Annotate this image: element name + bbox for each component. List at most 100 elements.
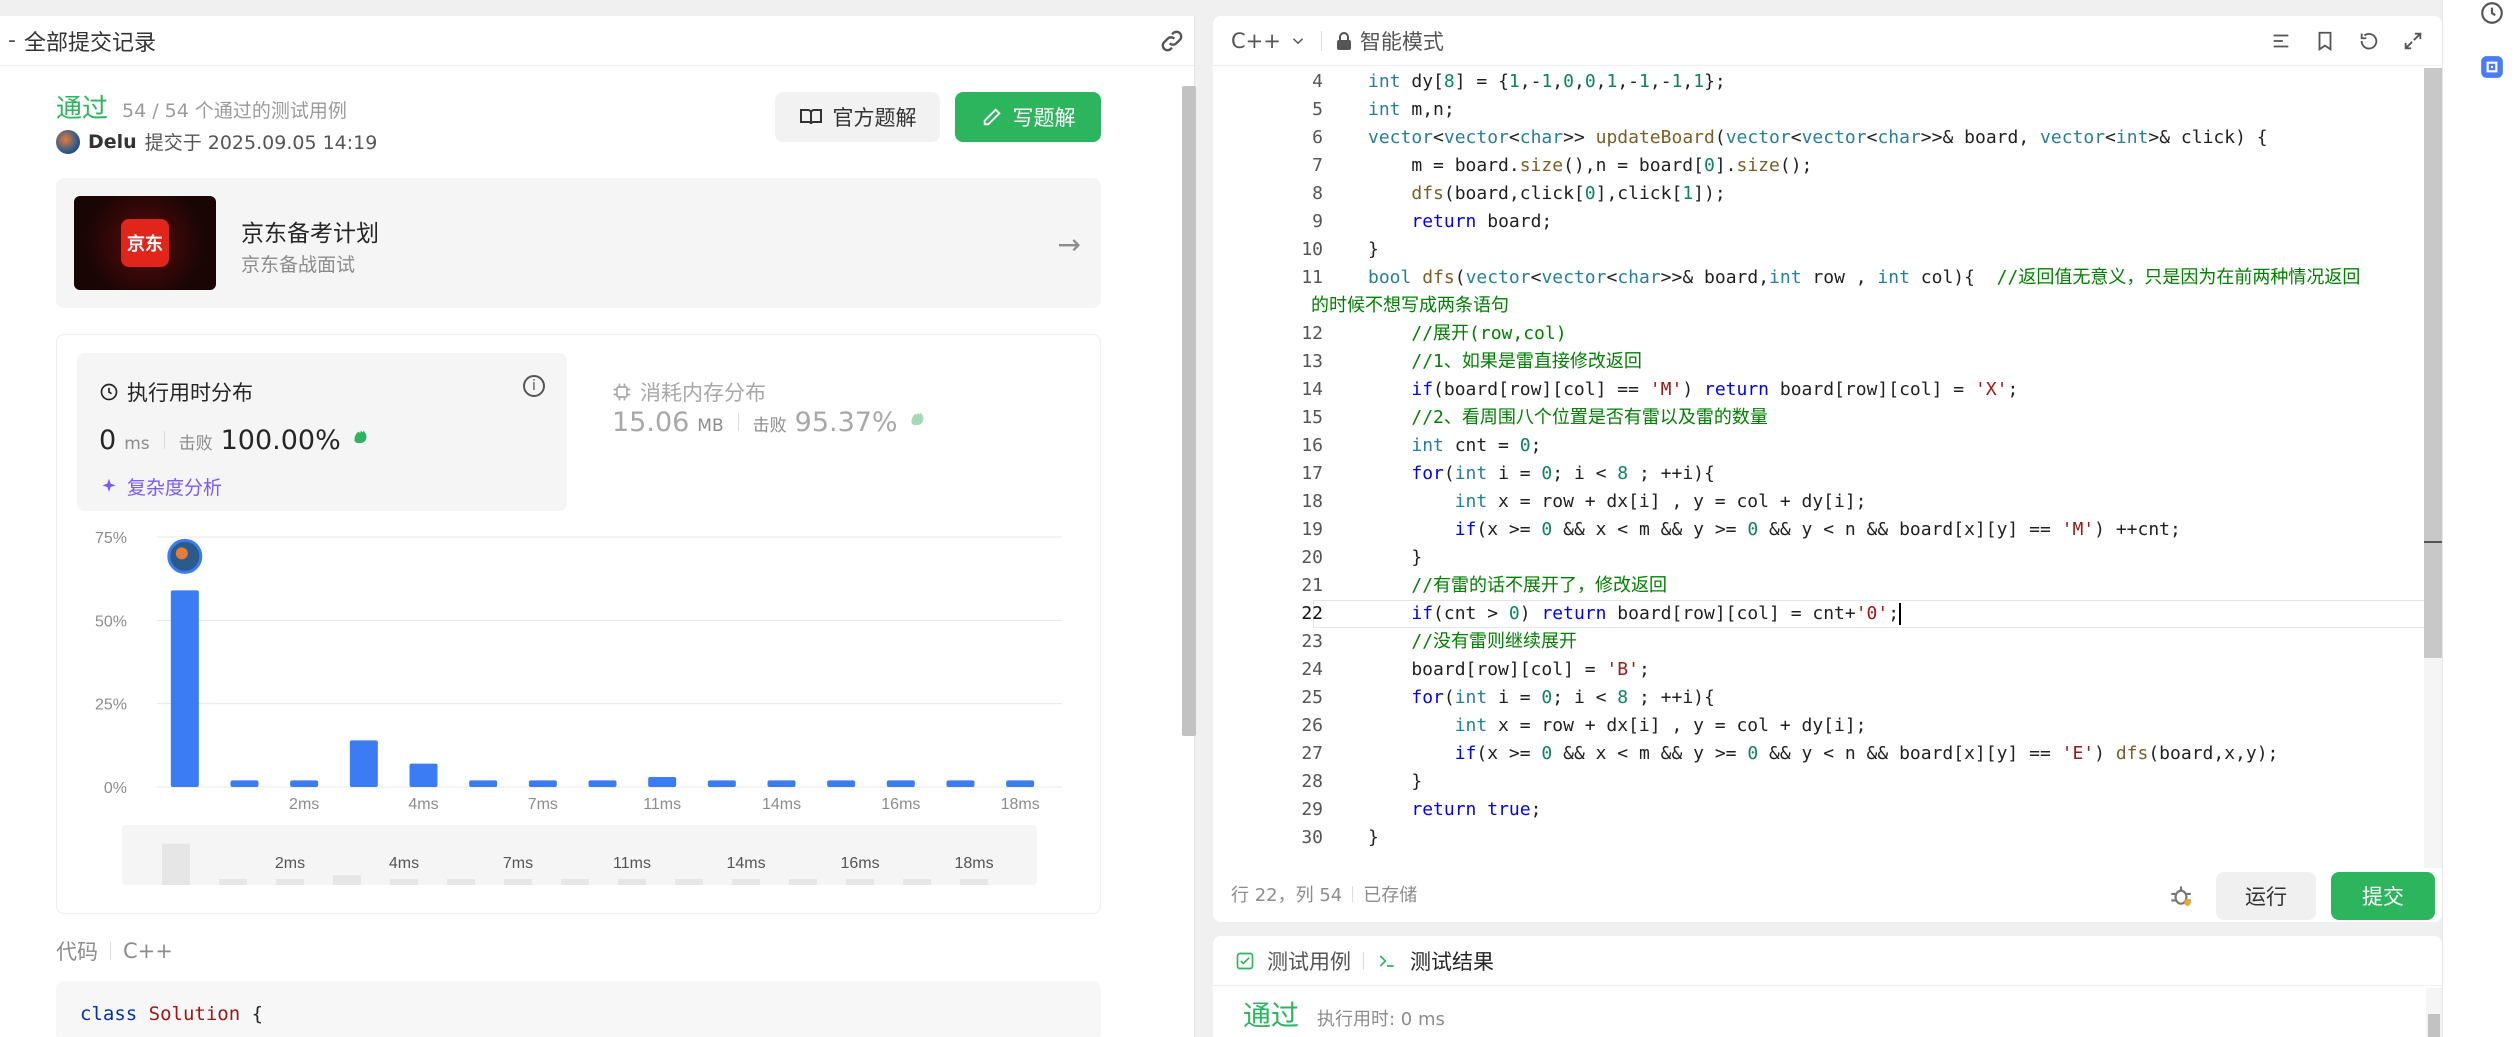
code-line[interactable]: 4 int dy[8] = {1,-1,0,0,1,-1,-1,1}; <box>1213 68 2425 96</box>
chart-bar[interactable] <box>588 780 617 787</box>
code-line[interactable]: 7 m = board.size(),n = board[0].size(); <box>1213 152 2425 180</box>
line-number: 27 <box>1301 743 1323 764</box>
line-text: //展开(row,col) <box>1411 323 1567 344</box>
code-line[interactable]: 8 dfs(board,click[0],click[1]); <box>1213 180 2425 208</box>
official-solution-label: 官方题解 <box>832 106 917 130</box>
code-line[interactable]: 25 for(int i = 0; i < 8 ; ++i){ <box>1213 684 2425 712</box>
chart-mini-bar <box>960 879 988 885</box>
reset-icon[interactable] <box>2358 30 2380 52</box>
app-root: - 全部提交记录 通过 54 / 54 个通过的测试用例 Delu 提交于 20… <box>0 0 2517 1037</box>
chart-y-tick-label: 50% <box>95 613 127 630</box>
submissions-title[interactable]: 全部提交记录 <box>24 25 156 57</box>
metric-divider <box>163 431 165 449</box>
link-icon[interactable] <box>1158 27 1186 55</box>
code-line[interactable]: 27 if(x >= 0 && x < m && y >= 0 && y < n… <box>1213 740 2425 768</box>
chart-bar[interactable] <box>886 780 915 787</box>
code-line[interactable]: 24 board[row][col] = 'B'; <box>1213 656 2425 684</box>
run-button[interactable]: 运行 <box>2216 872 2316 920</box>
memory-value: 15.06 <box>612 407 690 438</box>
chip-icon <box>613 383 631 401</box>
chart-bar[interactable] <box>230 780 259 787</box>
line-text: if(x >= 0 && x < m && y >= 0 && y < n &&… <box>1454 743 2279 764</box>
chart-y-tick-label: 25% <box>95 697 127 714</box>
code-line[interactable]: 22 if(cnt > 0) return board[row][col] = … <box>1213 600 2425 628</box>
chart-mini-bar <box>903 879 931 885</box>
promo-title: 京东备考计划 <box>241 221 379 247</box>
chart-bar[interactable] <box>767 780 796 787</box>
editor-toolbar <box>2270 30 2424 52</box>
chart-bar[interactable] <box>349 740 378 787</box>
back-icon[interactable]: - <box>8 28 16 53</box>
info-icon[interactable]: i <box>523 375 545 397</box>
submission-status: 通过 54 / 54 个通过的测试用例 <box>56 88 347 125</box>
editor-scrollbar-thumb[interactable] <box>2424 68 2442 658</box>
format-icon[interactable] <box>2270 30 2292 52</box>
mode-selector[interactable]: 智能模式 <box>1336 26 1444 56</box>
code-line[interactable]: 18 int x = row + dx[i] , y = col + dy[i]… <box>1213 488 2425 516</box>
chart-bar[interactable] <box>1006 780 1035 787</box>
code-line[interactable]: 29 return true; <box>1213 796 2425 824</box>
chart-x-tick-label: 2ms <box>289 796 319 813</box>
chart-bar[interactable] <box>409 763 438 787</box>
line-number: 24 <box>1301 659 1323 680</box>
chart-bar[interactable] <box>648 777 677 787</box>
runtime-distribution-chart[interactable]: 75% 50% 25% 0% 2ms 4ms 7ms 11ms 14ms 16ms 18ms 2ms 4… <box>57 525 1102 905</box>
code-line[interactable]: 19 if(x >= 0 && x < m && y >= 0 && y < n… <box>1213 516 2425 544</box>
code-line[interactable]: 17 for(int i = 0; i < 8 ; ++i){ <box>1213 460 2425 488</box>
line-number: 10 <box>1301 239 1323 260</box>
code-line[interactable]: 6 vector<vector<char>> updateBoard(vector… <box>1213 124 2425 152</box>
debug-icon[interactable] <box>2168 882 2194 908</box>
code-line[interactable]: 5 int m,n; <box>1213 96 2425 124</box>
code-lines[interactable]: 4 int dy[8] = {1,-1,0,0,1,-1,-1,1}; 5 int m… <box>1213 68 2442 868</box>
code-line[interactable]: 20 } <box>1213 544 2425 572</box>
official-solution-button[interactable]: 官方题解 <box>775 92 940 142</box>
code-line[interactable]: 28 } <box>1213 768 2425 796</box>
code-line[interactable]: 12 //展开(row,col) <box>1213 320 2425 348</box>
chart-bar[interactable] <box>827 780 856 787</box>
plugin-icon[interactable] <box>2479 54 2505 80</box>
avatar[interactable] <box>56 129 80 154</box>
chart-bar[interactable] <box>946 780 975 787</box>
chart-bar[interactable] <box>707 780 736 787</box>
code-line[interactable]: 16 int cnt = 0; <box>1213 432 2425 460</box>
history-icon[interactable] <box>2479 0 2505 26</box>
test-result: 通过 执行用时: 0 ms <box>1243 994 1445 1034</box>
left-scrollbar[interactable] <box>1182 86 1196 736</box>
complexity-analysis-link[interactable]: 复杂度分析 <box>99 473 222 500</box>
chart-mini-bar <box>789 879 817 885</box>
bookmark-icon[interactable] <box>2314 30 2336 52</box>
code-lang: C++ <box>123 939 173 963</box>
author-name[interactable]: Delu <box>88 131 137 153</box>
submitted-code-box[interactable]: class Solution { <box>56 981 1101 1037</box>
tab-test-results[interactable]: 测试结果 <box>1410 946 1494 976</box>
chart-range-slider[interactable] <box>122 825 1037 885</box>
language-selector[interactable]: C++ <box>1231 29 1307 53</box>
code-line[interactable]: 26 int x = row + dx[i] , y = col + dy[i]… <box>1213 712 2425 740</box>
memory-heading[interactable]: 消耗内存分布 <box>612 377 766 407</box>
chart-bar[interactable] <box>170 590 199 787</box>
code-line[interactable]: 23 //没有雷则继续展开 <box>1213 628 2425 656</box>
runtime-heading: 执行用时分布 <box>99 377 253 407</box>
runtime-box[interactable]: 执行用时分布 i 0 ms 击败 100.00% 复杂度分析 <box>77 353 567 511</box>
cursor-position: 行 22，列 54 <box>1231 885 1343 906</box>
code-line[interactable]: 9 return board; <box>1213 208 2425 236</box>
promo-card[interactable]: 京东 京东备考计划 京东备战面试 → <box>56 178 1101 308</box>
code-line[interactable]: 13 //1、如果是雷直接修改返回 <box>1213 348 2425 376</box>
code-editor: C++ 智能模式 4 int dy[8] = {1,-1,0,0,1,-1,-1,… <box>1213 16 2442 922</box>
terminal-icon <box>1379 954 1394 967</box>
chart-bar[interactable] <box>528 780 557 787</box>
code-line[interactable]: 14 if(board[row][col] == 'M') return boa… <box>1213 376 2425 404</box>
chart-bar[interactable] <box>469 780 498 787</box>
submit-button[interactable]: 提交 <box>2331 872 2435 920</box>
code-line[interactable]: 15 //2、看周围八个位置是否有雷以及雷的数量 <box>1213 404 2425 432</box>
code-line[interactable]: 11 bool dfs(vector<vector<char>>& board,i… <box>1213 264 2425 316</box>
write-solution-button[interactable]: 写题解 <box>955 92 1101 142</box>
fullscreen-icon[interactable] <box>2402 30 2424 52</box>
test-scrollbar-thumb[interactable] <box>2428 1014 2440 1037</box>
chart-bar[interactable] <box>290 780 319 787</box>
code-line[interactable]: 21 //有雷的话不展开了，修改返回 <box>1213 572 2425 600</box>
code-line[interactable]: 30} <box>1213 824 2425 852</box>
code-line[interactable]: 10} <box>1213 236 2425 264</box>
tab-test-cases[interactable]: 测试用例 <box>1267 946 1351 976</box>
chart-mini-bar <box>390 879 418 885</box>
